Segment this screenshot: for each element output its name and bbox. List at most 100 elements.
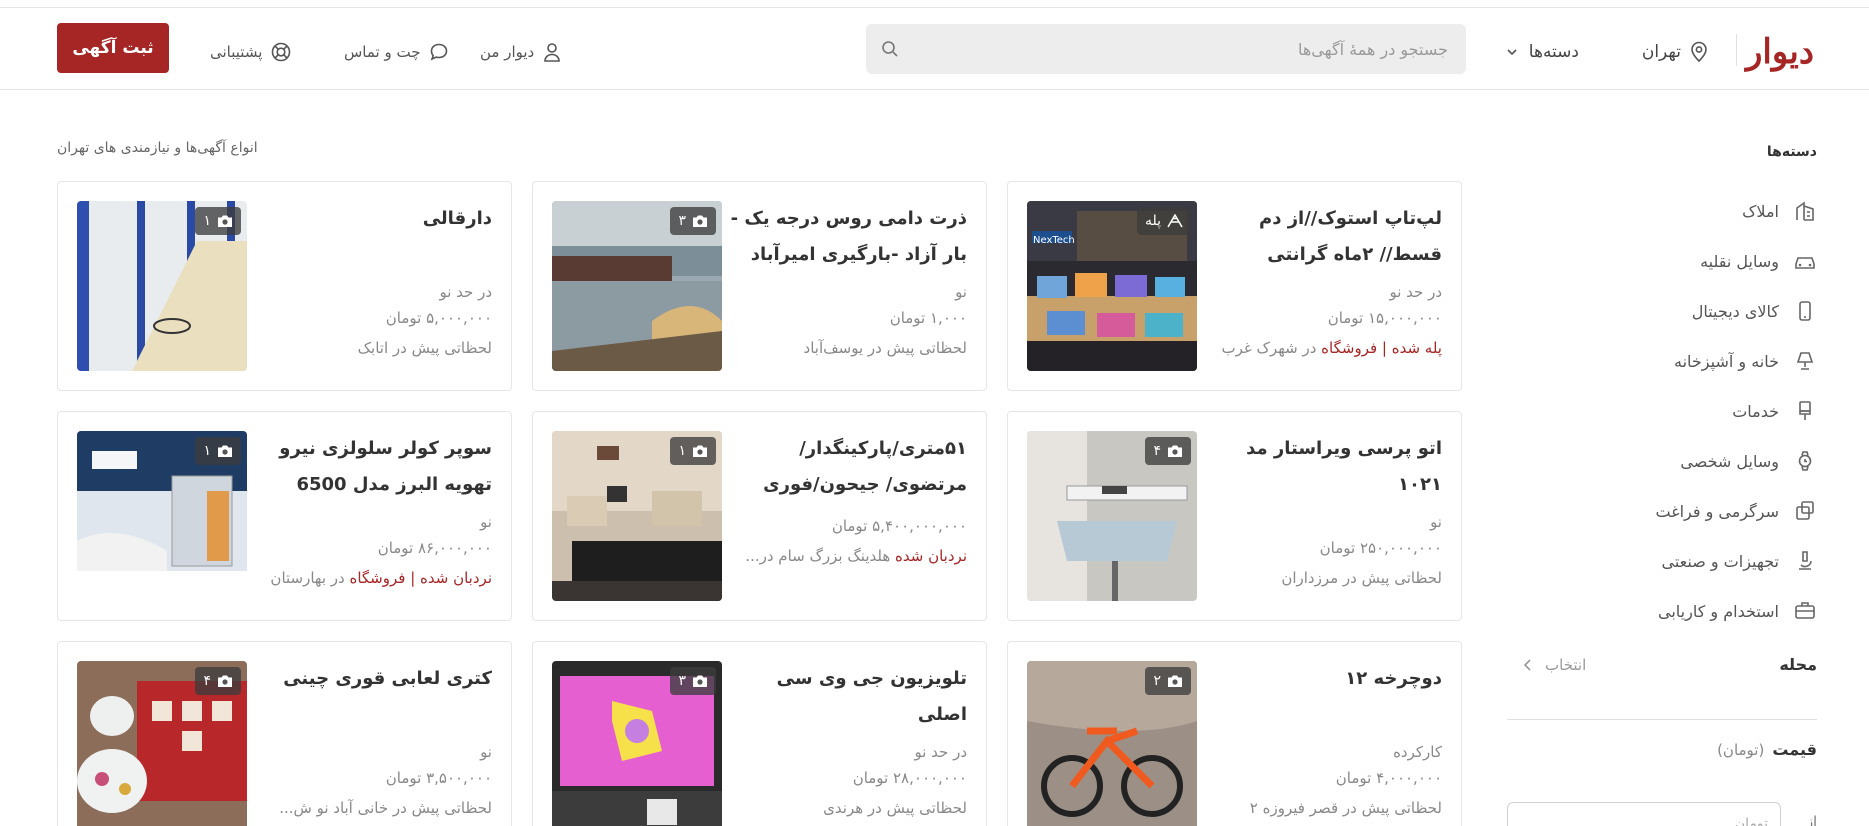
ad-title[interactable]: لپ‌تاپ استوک//از دم قسط// ۲ماه گرانتی شر… bbox=[1197, 201, 1442, 273]
divar-logo[interactable]: دیوار bbox=[1746, 30, 1814, 74]
ad-title[interactable]: تلویزیون جی وی سی اصلی bbox=[722, 661, 967, 733]
ad-location: لحظاتی پیش در هرندی bbox=[722, 793, 967, 823]
search-bar[interactable] bbox=[866, 24, 1466, 74]
badge-text: ۴ bbox=[203, 673, 211, 689]
location-pin-icon bbox=[1691, 41, 1707, 63]
ad-info: ذرت دامی روس درجه یک - بار آزاد -بارگیری… bbox=[722, 201, 967, 363]
categories-label: دسته‌ها bbox=[1528, 42, 1579, 62]
building-icon bbox=[1796, 201, 1814, 221]
ad-card[interactable]: ۲ دوچرخه ۱۲ کارکرده ۴,۰۰۰,۰۰۰ تومان لحظا… bbox=[1007, 641, 1462, 826]
ad-condition: کارکرده bbox=[1393, 743, 1442, 761]
badge-text: ۲ bbox=[1153, 673, 1161, 689]
category-item-services[interactable]: خدمات bbox=[1507, 386, 1817, 436]
camera-icon bbox=[218, 445, 232, 457]
ad-location-text: در بهارستان bbox=[270, 569, 350, 587]
ad-promo-tag: نردبان شده | فروشگاه bbox=[349, 569, 492, 587]
ad-title[interactable]: اتو پرسی ویراستار مد ۱۰۲۱ bbox=[1197, 431, 1442, 503]
search-icon[interactable] bbox=[880, 39, 900, 59]
category-label: وسایل شخصی bbox=[1680, 451, 1779, 471]
category-list: املاک وسایل نقلیه کالای دیجیتال خانه و آ… bbox=[1507, 186, 1817, 636]
search-input[interactable] bbox=[884, 39, 1448, 59]
camera-icon bbox=[693, 215, 707, 227]
ad-condition: در حد نو bbox=[439, 283, 492, 301]
category-item-personal[interactable]: وسایل شخصی bbox=[1507, 436, 1817, 486]
categories-dropdown[interactable]: دسته‌ها bbox=[1505, 38, 1579, 66]
photo-count-badge: ۴ bbox=[195, 667, 241, 695]
ad-thumbnail[interactable]: ۱ bbox=[552, 431, 722, 601]
ad-card[interactable]: ۱ سوپر کولر سلولزی نیرو تهویه البرز مدل … bbox=[57, 411, 512, 621]
ad-promo-tag: نردبان شده bbox=[895, 547, 967, 565]
ad-location: لحظاتی پیش در قصر فیروزه ۲ bbox=[1197, 793, 1442, 823]
ad-card[interactable]: ۱ ۵۱متری/پارکینگدار/مرتضوی/ جیحون/فوری ف… bbox=[532, 411, 987, 621]
ad-thumbnail[interactable]: ۳ bbox=[552, 201, 722, 371]
watch-icon bbox=[1798, 451, 1812, 471]
category-item-industrial[interactable]: تجهیزات و صنعتی bbox=[1507, 536, 1817, 586]
ad-condition: نو bbox=[480, 743, 492, 761]
city-name: تهران bbox=[1641, 42, 1681, 62]
ad-price: ۵,۴۰۰,۰۰۰,۰۰۰ تومان bbox=[831, 517, 967, 535]
ad-info: تلویزیون جی وی سی اصلی در حد نو ۲۸,۰۰۰,۰… bbox=[722, 661, 967, 823]
ad-price: ۲۸,۰۰۰,۰۰۰ تومان bbox=[852, 769, 967, 787]
ad-thumbnail[interactable]: ۲ bbox=[1027, 661, 1197, 826]
price-min-input[interactable] bbox=[1520, 816, 1768, 826]
category-label: استخدام و کاریابی bbox=[1658, 601, 1779, 621]
category-item-jobs[interactable]: استخدام و کاریابی bbox=[1507, 586, 1817, 636]
svg-text:NexTech: NexTech bbox=[1033, 235, 1075, 246]
chevron-down-icon bbox=[1507, 49, 1517, 56]
ad-condition: نو bbox=[480, 513, 492, 531]
chat-link[interactable]: چت و تماس bbox=[344, 38, 449, 66]
badge-text: ۴ bbox=[1153, 443, 1161, 459]
price-min-field[interactable] bbox=[1507, 802, 1781, 826]
ad-location-text: هلدینگ بزرگ سام در... bbox=[745, 547, 896, 565]
ad-title[interactable]: دارقالی bbox=[247, 201, 492, 273]
neighborhood-value[interactable]: انتخاب bbox=[1521, 656, 1586, 674]
badge-text: پله bbox=[1144, 213, 1161, 229]
ad-thumbnail[interactable]: NexTech پله bbox=[1027, 201, 1197, 371]
ad-card[interactable]: ۳ تلویزیون جی وی سی اصلی در حد نو ۲۸,۰۰۰… bbox=[532, 641, 987, 826]
neighborhood-filter[interactable]: محله انتخاب bbox=[1507, 640, 1817, 720]
neighborhood-label: محله bbox=[1779, 655, 1817, 674]
ad-title[interactable]: ذرت دامی روس درجه یک - بار آزاد -بارگیری… bbox=[722, 201, 967, 273]
ad-title[interactable]: ۵۱متری/پارکینگدار/مرتضوی/ جیحون/فوری فرو… bbox=[722, 431, 967, 503]
ad-card[interactable]: NexTech پله لپ‌تاپ استوک//از دم قسط// ۲م… bbox=[1007, 181, 1462, 391]
ad-thumbnail[interactable]: ۱ bbox=[77, 201, 247, 371]
city-selector[interactable]: تهران bbox=[1642, 38, 1709, 66]
ad-title[interactable]: کتری لعابی قوری چینی bbox=[247, 661, 492, 733]
ad-info: لپ‌تاپ استوک//از دم قسط// ۲ماه گرانتی شر… bbox=[1197, 201, 1442, 363]
header-divider bbox=[1736, 34, 1737, 66]
ad-location: پله شده | فروشگاه در شهرک غرب bbox=[1197, 333, 1442, 363]
category-item-entertainment[interactable]: سرگرمی و فراغت bbox=[1507, 486, 1817, 536]
category-item-home-kitchen[interactable]: خانه و آشپزخانه bbox=[1507, 336, 1817, 386]
ad-location: نردبان شده | فروشگاه در بهارستان bbox=[247, 563, 492, 593]
category-label: خدمات bbox=[1732, 401, 1779, 421]
my-divar-link[interactable]: دیوار من bbox=[480, 38, 562, 66]
ad-card[interactable]: ۳ ذرت دامی روس درجه یک - بار آزاد -بارگی… bbox=[532, 181, 987, 391]
phone-icon bbox=[1799, 301, 1811, 321]
chevron-left-icon bbox=[1523, 658, 1531, 671]
chat-label: چت و تماس bbox=[344, 43, 421, 61]
support-link[interactable]: پشتیبانی bbox=[210, 38, 292, 66]
price-label: قیمت bbox=[1772, 740, 1817, 759]
category-item-real-estate[interactable]: املاک bbox=[1507, 186, 1817, 236]
ad-thumbnail[interactable]: ۳ bbox=[552, 661, 722, 826]
category-label: سرگرمی و فراغت bbox=[1655, 501, 1779, 521]
user-icon bbox=[544, 43, 561, 62]
camera-icon bbox=[218, 215, 232, 227]
ad-thumbnail[interactable]: ۱ bbox=[77, 431, 247, 601]
ad-card[interactable]: ۱ دارقالی در حد نو ۵,۰۰۰,۰۰۰ تومان لحظات… bbox=[57, 181, 512, 391]
category-item-vehicles[interactable]: وسایل نقلیه bbox=[1507, 236, 1817, 286]
ad-card[interactable]: ۴ اتو پرسی ویراستار مد ۱۰۲۱ نو ۲۵۰,۰۰۰,۰… bbox=[1007, 411, 1462, 621]
ad-card[interactable]: ۴ کتری لعابی قوری چینی نو ۳,۵۰۰,۰۰۰ توما… bbox=[57, 641, 512, 826]
post-ad-button[interactable]: ثبت آگهی bbox=[57, 23, 169, 73]
page-heading: انواع آگهی‌ها و نیازمندی های تهران bbox=[57, 140, 258, 156]
ad-location-text: لحظاتی پیش در خانی آباد نو ش... bbox=[279, 799, 492, 817]
ad-title[interactable]: دوچرخه ۱۲ bbox=[1197, 661, 1442, 733]
badge-text: ۱ bbox=[678, 443, 686, 459]
ad-price: ۳,۵۰۰,۰۰۰ تومان bbox=[385, 769, 492, 787]
camera-icon bbox=[693, 445, 707, 457]
ad-title[interactable]: سوپر کولر سلولزی نیرو تهویه البرز مدل 65… bbox=[247, 431, 492, 503]
top-strip bbox=[0, 0, 1869, 8]
category-item-digital[interactable]: کالای دیجیتال bbox=[1507, 286, 1817, 336]
ad-thumbnail[interactable]: ۴ bbox=[1027, 431, 1197, 601]
ad-thumbnail[interactable]: ۴ bbox=[77, 661, 247, 826]
